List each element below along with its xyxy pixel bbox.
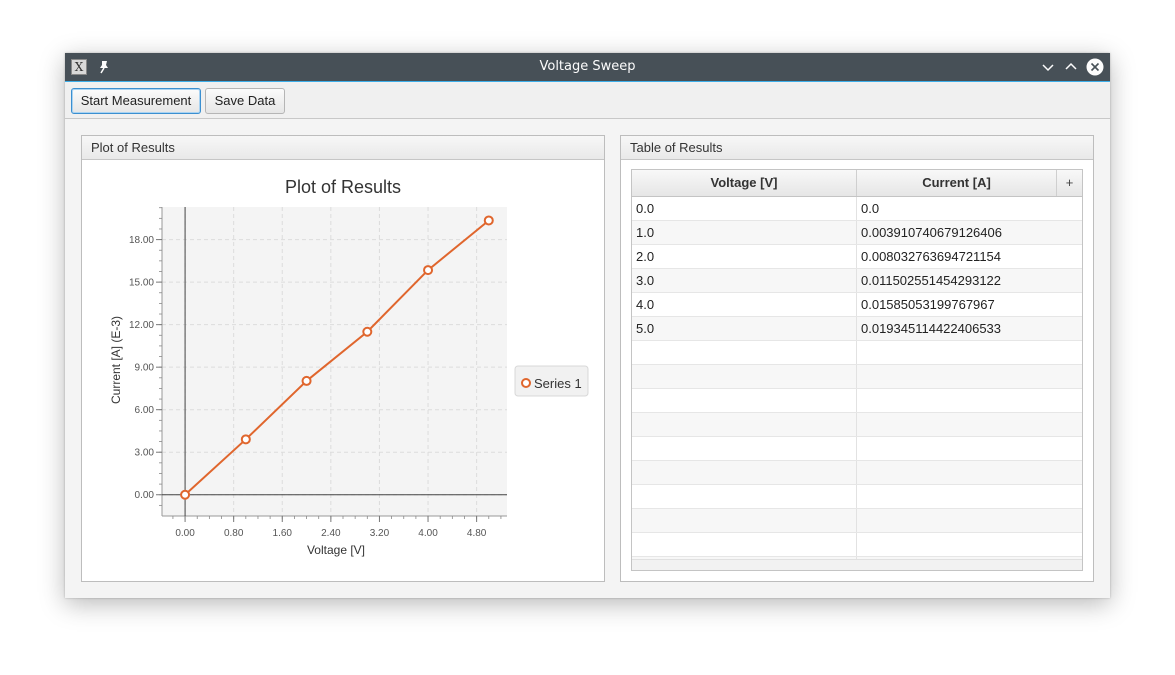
table-row[interactable] <box>632 341 1082 365</box>
x-tick-label: 2.40 <box>321 528 341 539</box>
y-tick-label: 9.00 <box>135 363 155 374</box>
minimize-icon[interactable] <box>1039 58 1057 76</box>
voltage-cell: 3.0 <box>632 269 857 292</box>
table-panel: Table of Results Voltage [V] Current [A]… <box>620 135 1094 582</box>
table-row[interactable] <box>632 485 1082 509</box>
voltage-cell <box>632 509 857 532</box>
current-cell: 0.008032763694721154 <box>861 249 1002 264</box>
data-point <box>180 489 191 500</box>
table-row[interactable] <box>632 365 1082 389</box>
data-point <box>423 265 434 276</box>
voltage-cell <box>632 437 857 460</box>
current-cell: 0.0 <box>861 201 880 216</box>
current-cell: 0.019345114422406533 <box>861 321 1002 336</box>
close-icon[interactable] <box>1086 58 1104 76</box>
voltage-cell: 5.0 <box>632 317 857 340</box>
table-row[interactable] <box>632 509 1082 533</box>
data-point <box>301 375 312 386</box>
results-chart: Plot of Results 0.00 0.80 1.60 2.40 3.20 4.00… <box>109 177 589 557</box>
x-tick-label: 0.00 <box>175 528 195 539</box>
current-cell <box>857 413 1082 436</box>
column-header-voltage[interactable]: Voltage [V] <box>632 170 857 196</box>
current-cell <box>857 341 1082 364</box>
app-window: X Voltage Sweep Start Measurement Save D… <box>65 53 1110 598</box>
x-axis-label: Voltage [V] <box>307 543 365 557</box>
current-cell: 0.003910740679126406 <box>861 225 1002 240</box>
chart-title: Plot of Results <box>285 177 401 197</box>
data-point <box>240 434 251 445</box>
y-tick-label: 18.00 <box>129 235 154 246</box>
y-axis-label: Current [A] (E-3) <box>109 316 123 404</box>
plot-panel: Plot of Results Plot of Results 0.00 0.80… <box>81 135 605 582</box>
current-cell <box>857 437 1082 460</box>
current-cell <box>857 365 1082 388</box>
voltage-cell <box>632 461 857 484</box>
legend-marker-icon <box>521 378 531 388</box>
voltage-cell: 4.0 <box>632 293 857 316</box>
data-point <box>483 215 494 226</box>
table-row[interactable]: 2.0 0.008032763694721154 <box>632 245 1082 269</box>
table-body: 0.0 0.0 1.0 0.003910740679126406 2.0 0.008032… <box>632 197 1082 570</box>
current-cell <box>857 509 1082 532</box>
voltage-cell <box>632 485 857 508</box>
current-cell: 0.01585053199767967 <box>861 297 995 312</box>
plot-panel-header: Plot of Results <box>82 136 604 160</box>
voltage-cell <box>632 365 857 388</box>
current-cell: 0.011502551454293122 <box>861 273 1002 288</box>
table-row[interactable] <box>632 413 1082 437</box>
voltage-cell: 1.0 <box>632 221 857 244</box>
current-cell <box>857 533 1082 556</box>
table-row[interactable]: 1.0 0.003910740679126406 <box>632 221 1082 245</box>
table-row[interactable] <box>632 389 1082 413</box>
y-tick-label: 3.00 <box>135 448 155 459</box>
current-cell <box>857 461 1082 484</box>
y-tick-label: 0.00 <box>135 490 155 501</box>
window-title: Voltage Sweep <box>539 59 636 74</box>
horizontal-scrollbar[interactable] <box>632 559 1082 570</box>
voltage-cell: 2.0 <box>632 245 857 268</box>
start-measurement-button[interactable]: Start Measurement <box>71 88 201 114</box>
table-panel-header: Table of Results <box>621 136 1093 160</box>
legend: Series 1 <box>514 365 589 397</box>
x-tick-label: 1.60 <box>273 528 293 539</box>
voltage-cell <box>632 389 857 412</box>
current-cell <box>857 389 1082 412</box>
toolbar: Start Measurement Save Data <box>65 82 1110 119</box>
table-row[interactable] <box>632 437 1082 461</box>
table-row[interactable]: 0.0 0.0 <box>632 197 1082 221</box>
voltage-cell <box>632 341 857 364</box>
table-row[interactable] <box>632 533 1082 557</box>
column-menu-button[interactable]: + <box>1057 170 1082 196</box>
voltage-cell: 0.0 <box>632 197 857 220</box>
data-point <box>362 326 373 337</box>
table-row[interactable] <box>632 461 1082 485</box>
title-bar[interactable]: X Voltage Sweep <box>65 53 1110 82</box>
save-data-button[interactable]: Save Data <box>205 88 285 114</box>
table-row[interactable]: 4.0 0.01585053199767967 <box>632 293 1082 317</box>
column-header-current[interactable]: Current [A] <box>857 170 1057 196</box>
table-row[interactable]: 5.0 0.019345114422406533 <box>632 317 1082 341</box>
results-table[interactable]: Voltage [V] Current [A] + 0.0 0.0 1.0 0.003… <box>631 169 1083 571</box>
voltage-cell <box>632 413 857 436</box>
y-tick-label: 6.00 <box>135 405 155 416</box>
y-tick-label: 15.00 <box>129 278 154 289</box>
x-tick-label: 4.00 <box>418 528 438 539</box>
x-tick-label: 3.20 <box>370 528 390 539</box>
x-tick-label: 4.80 <box>467 528 487 539</box>
table-row[interactable]: 3.0 0.011502551454293122 <box>632 269 1082 293</box>
y-tick-label: 12.00 <box>129 320 154 331</box>
current-cell <box>857 485 1082 508</box>
table-header: Voltage [V] Current [A] + <box>632 170 1082 197</box>
legend-label: Series 1 <box>534 376 582 391</box>
maximize-icon[interactable] <box>1062 58 1080 76</box>
voltage-cell <box>632 533 857 556</box>
x-tick-label: 0.80 <box>224 528 244 539</box>
